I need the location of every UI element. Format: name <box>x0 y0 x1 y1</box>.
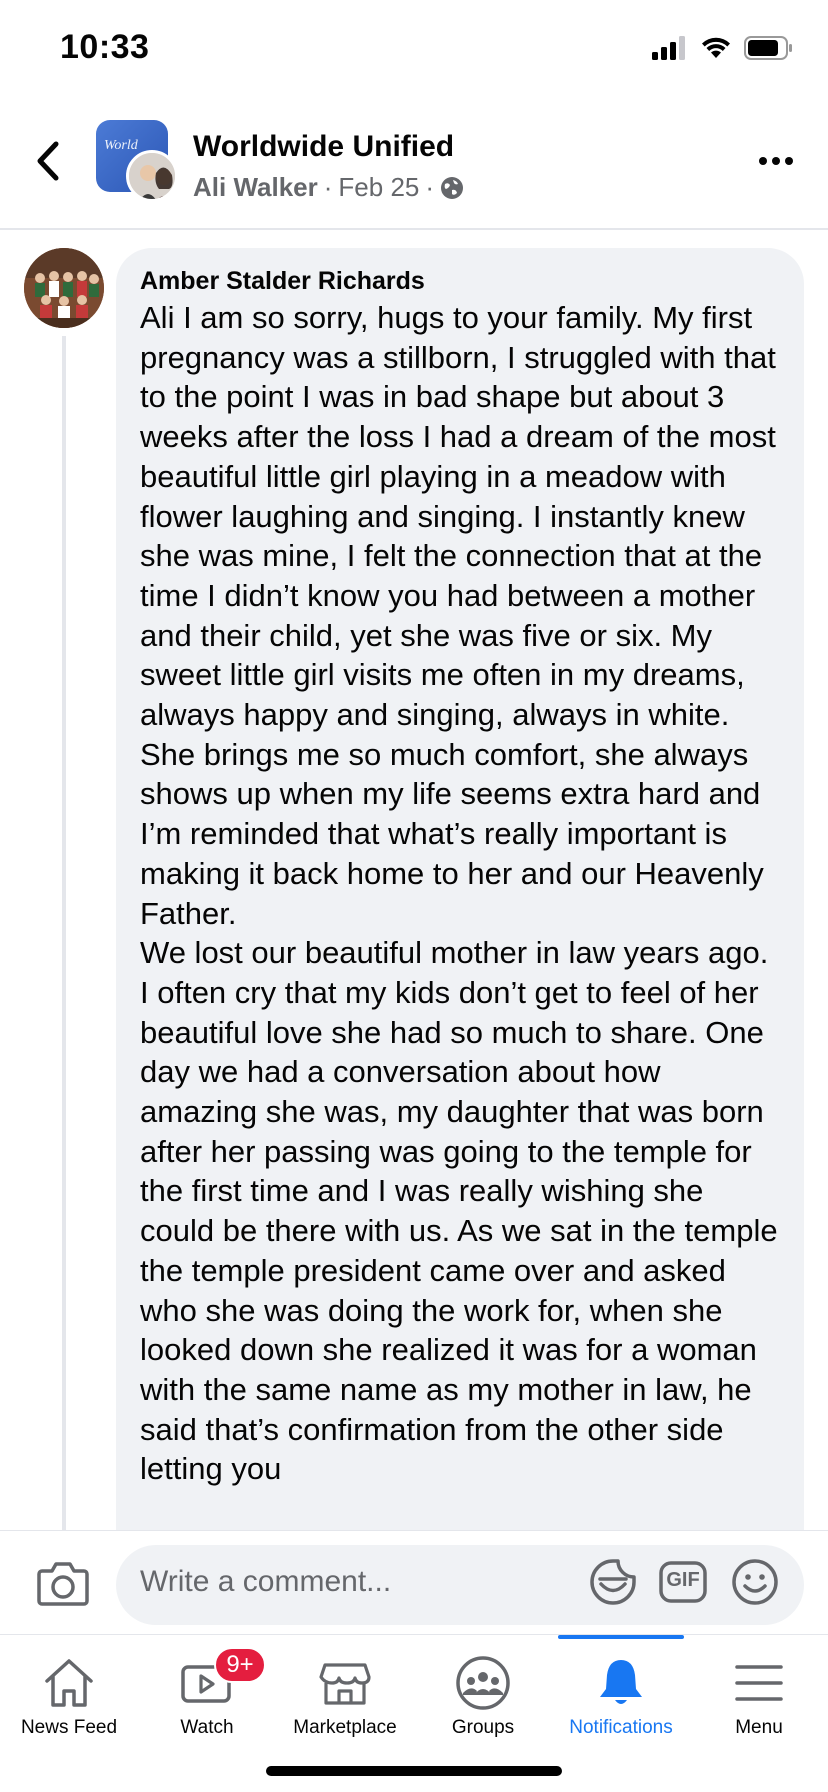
nav-label: Marketplace <box>293 1717 397 1738</box>
comment-bubble[interactable]: Amber Stalder Richards Ali I am so sorry… <box>116 248 804 1532</box>
commenter-avatar[interactable] <box>24 248 104 328</box>
more-horizontal-icon <box>759 157 793 165</box>
storefront-icon <box>319 1663 371 1705</box>
author-avatar[interactable] <box>126 150 178 202</box>
post-meta: Ali Walker · Feb 25 · <box>193 172 464 203</box>
nav-news-feed[interactable]: News Feed <box>0 1635 138 1755</box>
author-photo <box>129 153 175 199</box>
group-avatar-text: World <box>104 138 138 153</box>
meta-separator: · <box>323 172 333 202</box>
hamburger-menu-icon <box>735 1665 783 1701</box>
nav-groups[interactable]: Groups <box>414 1635 552 1755</box>
status-time: 10:33 <box>60 28 150 66</box>
comment-text: Ali I am so sorry, hugs to your family. … <box>140 300 778 1487</box>
comment-input-placeholder[interactable]: Write a comment... <box>140 1565 391 1599</box>
nav-marketplace[interactable]: Marketplace <box>276 1635 414 1755</box>
nav-label: Watch <box>180 1717 234 1738</box>
battery-icon <box>744 36 792 60</box>
nav-watch[interactable]: 9+ Watch <box>138 1635 276 1755</box>
sticker-button[interactable] <box>588 1557 638 1607</box>
emoji-button[interactable] <box>730 1557 780 1607</box>
group-name[interactable]: Worldwide Unified <box>193 130 454 164</box>
gif-label: GIF <box>666 1569 700 1591</box>
bell-icon <box>600 1660 642 1704</box>
nav-label: Groups <box>451 1717 515 1738</box>
nav-label: Menu <box>735 1717 783 1738</box>
post-author[interactable]: Ali Walker <box>193 172 318 203</box>
nav-label: Notifications <box>569 1717 673 1738</box>
more-options-button[interactable] <box>756 146 796 176</box>
wifi-icon <box>702 37 730 58</box>
nav-menu[interactable]: Menu <box>690 1635 828 1755</box>
globe-icon <box>441 176 464 199</box>
status-bar: 10:33 <box>0 0 828 100</box>
meta-separator: · <box>425 172 435 202</box>
sticker-icon <box>590 1559 636 1605</box>
thread-line <box>62 336 66 1532</box>
camera-icon <box>37 1562 89 1606</box>
commenter-name[interactable]: Amber Stalder Richards <box>140 264 782 298</box>
home-icon <box>45 1659 93 1707</box>
home-indicator[interactable] <box>266 1766 562 1776</box>
chevron-left-icon <box>37 141 59 181</box>
nav-label: News Feed <box>20 1717 118 1738</box>
groups-icon <box>456 1656 510 1710</box>
post-date[interactable]: Feb 25 <box>338 172 419 203</box>
commenter-photo <box>24 248 104 328</box>
notification-badge: 9+ <box>214 1647 266 1683</box>
status-icons <box>652 36 794 60</box>
post-header: World Worldwide Unified Ali Walker · Feb… <box>0 100 828 230</box>
camera-button[interactable] <box>36 1559 90 1607</box>
comment-thread: Amber Stalder Richards Ali I am so sorry… <box>0 232 828 1532</box>
nav-notifications[interactable]: Notifications <box>552 1635 690 1755</box>
cellular-signal-icon <box>652 36 685 60</box>
smiley-icon <box>732 1559 778 1605</box>
gif-button[interactable]: GIF <box>658 1557 708 1607</box>
back-button[interactable] <box>28 136 68 186</box>
comment-composer: Write a comment... GIF <box>0 1530 828 1634</box>
